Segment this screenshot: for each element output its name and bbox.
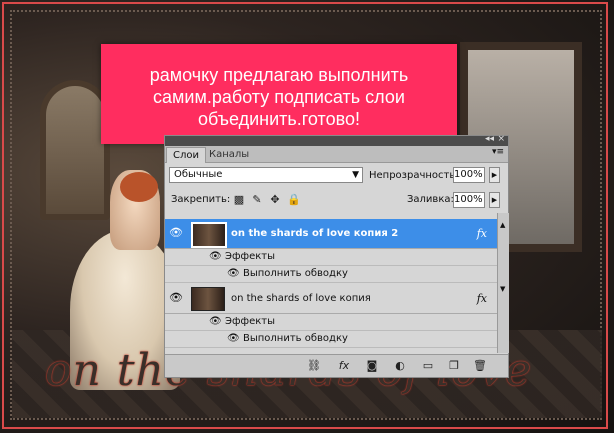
- stroke-effect-label: Выполнить обводку: [243, 268, 348, 279]
- note-line-2: самим.работу подписать слои: [153, 87, 405, 107]
- instruction-note: рамочку предлагаю выполнить самим.работу…: [101, 44, 457, 144]
- tab-layers[interactable]: Слои: [166, 147, 206, 163]
- effects-label: Эффекты: [225, 316, 275, 327]
- fill-input[interactable]: 100%: [453, 192, 485, 208]
- effects-row[interactable]: 👁 Эффекты: [165, 249, 497, 266]
- arched-window: [40, 80, 110, 220]
- eye-icon[interactable]: 👁: [227, 333, 240, 344]
- new-group-icon[interactable]: ▭: [421, 359, 435, 373]
- add-style-icon[interactable]: fx: [337, 359, 351, 373]
- layer-thumbnail: [191, 222, 227, 248]
- stroke-effect-row[interactable]: 👁 Выполнить обводку: [165, 331, 497, 348]
- fx-icon[interactable]: fx: [477, 292, 487, 305]
- panel-titlebar: ◂◂ ×: [165, 134, 508, 146]
- lock-label: Закрепить:: [171, 194, 231, 205]
- fx-icon[interactable]: fx: [477, 227, 487, 240]
- eye-icon[interactable]: 👁: [227, 268, 240, 279]
- scroll-up-icon[interactable]: ▲: [500, 221, 505, 229]
- panel-menu-icon[interactable]: ▾≡: [492, 147, 504, 157]
- effects-label: Эффекты: [225, 251, 275, 262]
- stroke-effect-row[interactable]: 👁 Выполнить обводку: [165, 266, 497, 283]
- layers-panel: ◂◂ × Слои Каналы ▾≡ Обычные ▼ Непрозрачн…: [164, 134, 509, 378]
- close-icon[interactable]: ×: [497, 134, 505, 144]
- layers-scrollbar[interactable]: ▲ ▼: [497, 213, 509, 353]
- fill-slider-button[interactable]: ▶: [489, 192, 500, 208]
- opacity-input[interactable]: 100%: [453, 167, 485, 183]
- adjustment-layer-icon[interactable]: ◐: [393, 359, 407, 373]
- lock-row: Закрепить: ▩ ✎ ✥ 🔒 Заливка: 100% ▶: [165, 189, 508, 214]
- stroke-effect-label: Выполнить обводку: [243, 333, 348, 344]
- layer-name: on the shards of love копия 2: [231, 228, 399, 239]
- chevron-down-icon: ▼: [352, 170, 359, 180]
- fill-label: Заливка:: [407, 194, 454, 205]
- tab-channels[interactable]: Каналы: [203, 147, 255, 162]
- note-line-3: объединить.готово!: [198, 109, 360, 129]
- note-line-1: рамочку предлагаю выполнить: [149, 65, 409, 85]
- layer-row-copy-2[interactable]: 👁 on the shards of love копия 2 fx: [165, 219, 497, 249]
- blend-mode-value: Обычные: [174, 169, 223, 180]
- opacity-slider-button[interactable]: ▶: [489, 167, 500, 183]
- lock-brush-icon[interactable]: ✎: [251, 194, 263, 206]
- collapse-icon[interactable]: ◂◂: [485, 134, 494, 144]
- trash-icon[interactable]: 🗑: [473, 359, 487, 373]
- panel-bottom-toolbar: ⛓ fx ◙ ◐ ▭ ❐ 🗑: [165, 354, 508, 377]
- blend-row: Обычные ▼ Непрозрачность: 100% ▶: [165, 163, 508, 189]
- add-mask-icon[interactable]: ◙: [365, 359, 379, 373]
- blend-mode-select[interactable]: Обычные ▼: [169, 167, 363, 183]
- layer-row-copy[interactable]: 👁 on the shards of love копия fx: [165, 284, 497, 314]
- layer-name: on the shards of love копия: [231, 293, 371, 304]
- eye-icon[interactable]: 👁: [169, 227, 183, 238]
- layers-list: 👁 on the shards of love копия 2 fx 👁 Эфф…: [165, 213, 508, 353]
- photo-canvas: on the shards of love рамочку предлагаю …: [0, 0, 614, 433]
- woman-hair: [120, 172, 158, 202]
- new-layer-icon[interactable]: ❐: [447, 359, 461, 373]
- eye-icon[interactable]: 👁: [209, 251, 222, 262]
- eye-icon[interactable]: 👁: [169, 292, 183, 303]
- opacity-label: Непрозрачность:: [369, 170, 459, 181]
- link-layers-icon[interactable]: ⛓: [307, 359, 321, 373]
- layer-thumbnail: [191, 287, 225, 311]
- eye-icon[interactable]: 👁: [209, 316, 222, 327]
- effects-row[interactable]: 👁 Эффекты: [165, 314, 497, 331]
- scroll-down-icon[interactable]: ▼: [500, 285, 505, 293]
- lock-transparency-icon[interactable]: ▩: [233, 194, 245, 206]
- lock-move-icon[interactable]: ✥: [269, 194, 281, 206]
- panel-tabs: Слои Каналы ▾≡: [165, 146, 508, 163]
- lock-all-icon[interactable]: 🔒: [287, 194, 301, 206]
